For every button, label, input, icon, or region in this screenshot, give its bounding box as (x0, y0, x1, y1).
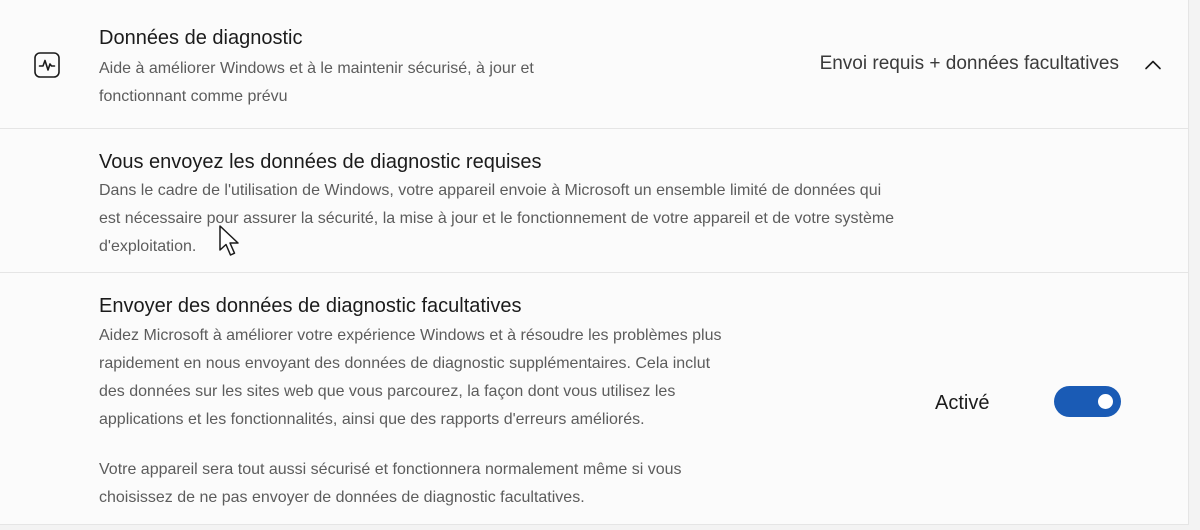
optional-data-section: Envoyer des données de diagnostic facult… (0, 273, 1188, 524)
diagnostic-data-header[interactable]: Données de diagnostic Aide à améliorer W… (0, 0, 1188, 129)
description-line: applications et les fonctionnalités, ain… (99, 411, 645, 428)
description-line: des données sur les sites web que vous p… (99, 383, 676, 400)
chevron-up-icon[interactable] (1141, 53, 1165, 77)
optional-data-description: Aidez Microsoft à améliorer votre expéri… (99, 322, 722, 434)
toggle-knob (1098, 394, 1113, 409)
header-title: Données de diagnostic (99, 27, 303, 49)
diagnostic-data-panel: Données de diagnostic Aide à améliorer W… (0, 0, 1189, 525)
description-line: Dans le cadre de l'utilisation de Window… (99, 182, 882, 199)
diagnostic-level-value: Envoi requis + données facultatives (819, 53, 1119, 74)
description-line: rapidement en nous envoyant des données … (99, 355, 711, 372)
description-line: d'exploitation. (99, 238, 197, 255)
optional-data-toggle[interactable] (1054, 386, 1121, 417)
description-line: Aidez Microsoft à améliorer votre expéri… (99, 327, 722, 344)
note-line: Votre appareil sera tout aussi sécurisé … (99, 461, 682, 478)
optional-data-title: Envoyer des données de diagnostic facult… (99, 295, 522, 317)
required-data-description: Dans le cadre de l'utilisation de Window… (99, 177, 894, 261)
note-line: choisissez de ne pas envoyer de données … (99, 489, 585, 506)
required-data-title: Vous envoyez les données de diagnostic r… (99, 151, 542, 173)
toggle-state-label: Activé (935, 392, 990, 414)
activity-icon (34, 52, 60, 78)
header-description-line: Aide à améliorer Windows et à le mainten… (99, 60, 534, 77)
description-line: est nécessaire pour assurer la sécurité,… (99, 210, 895, 227)
header-description-line: fonctionnant comme prévu (99, 88, 288, 105)
header-description: Aide à améliorer Windows et à le mainten… (99, 55, 699, 111)
optional-data-note: Votre appareil sera tout aussi sécurisé … (99, 456, 682, 512)
required-data-section: Vous envoyez les données de diagnostic r… (0, 129, 1188, 273)
